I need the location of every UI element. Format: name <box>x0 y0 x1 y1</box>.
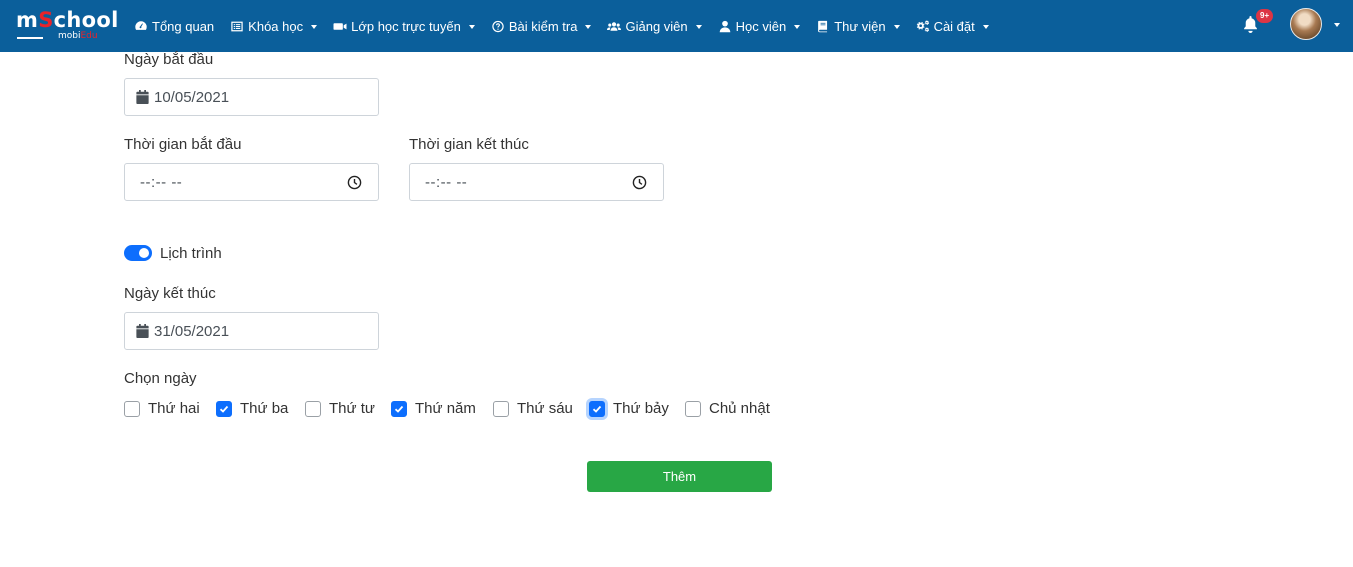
book-icon <box>818 20 828 32</box>
checkbox-sunday-label[interactable]: Chủ nhật <box>709 400 770 417</box>
start-time-input[interactable]: --:-- -- <box>124 163 379 201</box>
checkbox-sunday[interactable] <box>685 401 701 417</box>
end-date-value: 31/05/2021 <box>154 322 230 340</box>
checkbox-monday-label[interactable]: Thứ hai <box>148 400 200 417</box>
chevron-down-icon <box>893 24 900 29</box>
chevron-down-icon <box>311 24 318 29</box>
video-camera-icon <box>333 22 347 30</box>
mschool-logo[interactable]: mSchool mobiEdu <box>16 8 119 44</box>
logo-subtext: mobiEdu <box>58 31 98 41</box>
list-icon <box>231 21 243 31</box>
chevron-down-icon[interactable] <box>1334 23 1340 27</box>
notification-count-badge: 9+ <box>1256 9 1274 23</box>
checkmark-icon <box>219 405 229 413</box>
cogs-icon <box>916 19 929 32</box>
checkbox-tuesday[interactable] <box>216 401 232 417</box>
schedule-toggle-label: Lịch trình <box>160 245 222 262</box>
clock-icon[interactable] <box>347 175 362 190</box>
checkmark-icon <box>394 405 404 413</box>
checkbox-saturday-label[interactable]: Thứ bảy <box>613 400 669 417</box>
start-time-label: Thời gian bắt đầu <box>124 136 242 153</box>
start-date-label: Ngày bắt đầu <box>124 51 214 68</box>
checkbox-friday-label[interactable]: Thứ sáu <box>517 400 573 417</box>
checkmark-icon <box>592 405 602 413</box>
users-icon <box>607 21 622 31</box>
nav-item-students[interactable]: Học viên <box>718 19 801 34</box>
chevron-down-icon <box>695 24 702 29</box>
checkbox-tuesday-label[interactable]: Thứ ba <box>240 400 288 417</box>
schedule-toggle[interactable] <box>124 245 152 261</box>
end-time-input[interactable]: --:-- -- <box>409 163 664 201</box>
end-date-input[interactable]: 31/05/2021 <box>124 312 379 350</box>
checkbox-thursday[interactable] <box>391 401 407 417</box>
nav-item-label: Lớp học trực tuyến <box>351 18 461 34</box>
nav-item-label: Cài đặt <box>933 18 975 34</box>
question-circle-icon <box>492 20 504 32</box>
nav-item-tests[interactable]: Bài kiểm tra <box>491 19 592 34</box>
start-date-value: 10/05/2021 <box>154 88 230 106</box>
checkbox-friday[interactable] <box>493 401 509 417</box>
top-navbar: mSchool mobiEdu Tổng quan Khóa học Lớp h… <box>0 0 1353 52</box>
checkbox-wednesday[interactable] <box>305 401 321 417</box>
logo-underline <box>17 37 43 39</box>
nav-item-label: Khóa học <box>248 18 304 34</box>
checkbox-monday[interactable] <box>124 401 140 417</box>
chevron-down-icon <box>468 24 475 29</box>
end-time-placeholder: --:-- -- <box>425 173 468 191</box>
nav-item-overview[interactable]: Tổng quan <box>134 19 214 34</box>
calendar-icon <box>136 90 149 104</box>
nav-item-label: Tổng quan <box>152 18 215 34</box>
nav-item-courses[interactable]: Khóa học <box>230 18 318 34</box>
start-date-input[interactable]: 10/05/2021 <box>124 78 379 116</box>
clock-icon[interactable] <box>632 175 647 190</box>
choose-days-label: Chọn ngày <box>124 370 197 387</box>
user-icon <box>719 20 730 32</box>
end-time-label: Thời gian kết thúc <box>409 136 529 153</box>
chevron-down-icon <box>585 24 592 29</box>
nav-item-library[interactable]: Thư viện <box>816 18 900 34</box>
nav-item-instructors[interactable]: Giảng viên <box>607 18 702 34</box>
user-avatar[interactable] <box>1290 8 1322 40</box>
main-menu: Tổng quan Khóa học Lớp học trực tuyến Bà… <box>134 0 1005 52</box>
logo-wordmark: mSchool <box>16 8 119 32</box>
end-date-label: Ngày kết thúc <box>124 285 216 302</box>
dashboard-icon <box>135 20 147 30</box>
checkbox-saturday[interactable] <box>589 401 605 417</box>
nav-item-label: Thư viện <box>834 18 886 34</box>
calendar-icon <box>136 324 149 338</box>
add-button[interactable]: Thêm <box>587 461 772 492</box>
nav-item-label: Học viên <box>735 18 787 34</box>
nav-item-label: Bài kiểm tra <box>508 18 578 34</box>
chevron-down-icon <box>794 24 801 29</box>
nav-item-label: Giảng viên <box>625 18 688 34</box>
nav-item-online-classes[interactable]: Lớp học trực tuyến <box>333 19 475 34</box>
checkbox-thursday-label[interactable]: Thứ năm <box>415 400 476 417</box>
checkbox-wednesday-label[interactable]: Thứ tư <box>329 400 375 417</box>
start-time-placeholder: --:-- -- <box>140 173 183 191</box>
chevron-down-icon <box>982 24 989 29</box>
nav-item-settings[interactable]: Cài đặt <box>916 19 989 34</box>
toggle-knob <box>139 248 149 258</box>
